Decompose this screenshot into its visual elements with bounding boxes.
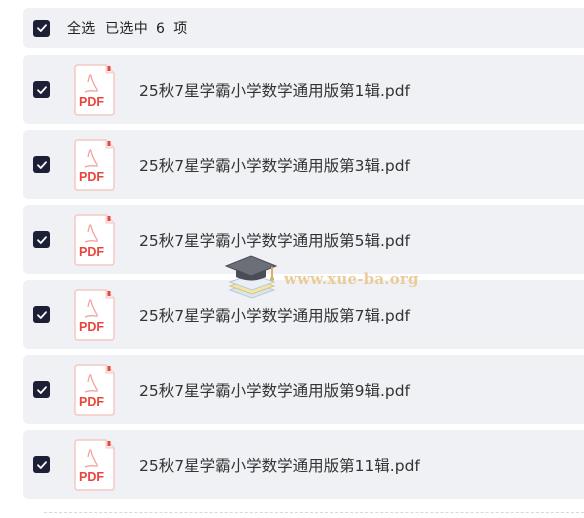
pdf-file-icon: PDF (74, 138, 115, 191)
file-name[interactable]: 25秋7星学霸小学数学通用版第1辑.pdf (139, 79, 410, 101)
file-checkbox[interactable] (33, 306, 50, 323)
file-checkbox[interactable] (33, 156, 50, 173)
file-name[interactable]: 25秋7星学霸小学数学通用版第11辑.pdf (139, 454, 420, 476)
file-name[interactable]: 25秋7星学霸小学数学通用版第5辑.pdf (139, 229, 410, 251)
file-name[interactable]: 25秋7星学霸小学数学通用版第9辑.pdf (139, 379, 410, 401)
pdf-icon-label: PDF (79, 470, 104, 484)
checkmark-icon (36, 160, 47, 169)
checkmark-icon (36, 24, 47, 32)
file-checkbox[interactable] (33, 81, 50, 98)
pdf-file-icon: PDF (74, 288, 115, 341)
checkmark-icon (36, 460, 47, 469)
select-all-checkbox[interactable] (33, 19, 50, 37)
file-row[interactable]: PDF 25秋7星学霸小学数学通用版第3辑.pdf (23, 130, 584, 199)
list-bottom-divider (44, 512, 584, 513)
file-row[interactable]: PDF 25秋7星学霸小学数学通用版第5辑.pdf (23, 205, 584, 274)
file-row[interactable]: PDF 25秋7星学霸小学数学通用版第11辑.pdf (23, 430, 584, 499)
file-name[interactable]: 25秋7星学霸小学数学通用版第3辑.pdf (139, 154, 410, 176)
selected-prefix: 已选中 (105, 21, 149, 37)
pdf-file-icon: PDF (74, 438, 115, 491)
checkmark-icon (36, 235, 47, 244)
file-checkbox[interactable] (33, 456, 50, 473)
pdf-icon-label: PDF (79, 170, 104, 184)
pdf-icon-label: PDF (79, 95, 104, 109)
file-row[interactable]: PDF 25秋7星学霸小学数学通用版第9辑.pdf (23, 355, 584, 424)
file-name[interactable]: 25秋7星学霸小学数学通用版第7辑.pdf (139, 304, 410, 326)
selected-suffix: 项 (173, 21, 188, 37)
checkmark-icon (36, 85, 47, 94)
pdf-icon-label: PDF (79, 245, 104, 259)
file-row[interactable]: PDF 25秋7星学霸小学数学通用版第7辑.pdf (23, 280, 584, 349)
pdf-icon-label: PDF (79, 320, 104, 334)
file-checkbox[interactable] (33, 381, 50, 398)
selection-summary: 全选 已选中 6 项 (67, 18, 188, 38)
file-selection-panel: 全选 已选中 6 项 PDF 25秋7星学霸小学数学通用版第1辑.pdf PDF… (0, 0, 584, 518)
pdf-icon-label: PDF (79, 395, 104, 409)
select-all-bar[interactable]: 全选 已选中 6 项 (23, 8, 584, 48)
file-list: PDF 25秋7星学霸小学数学通用版第1辑.pdf PDF 25秋7星学霸小学数… (23, 55, 584, 505)
selected-count: 6 (156, 21, 166, 37)
file-checkbox[interactable] (33, 231, 50, 248)
pdf-file-icon: PDF (74, 213, 115, 266)
checkmark-icon (36, 385, 47, 394)
pdf-file-icon: PDF (74, 363, 115, 416)
pdf-file-icon: PDF (74, 63, 115, 116)
select-all-label: 全选 (67, 21, 96, 37)
file-row[interactable]: PDF 25秋7星学霸小学数学通用版第1辑.pdf (23, 55, 584, 124)
checkmark-icon (36, 310, 47, 319)
